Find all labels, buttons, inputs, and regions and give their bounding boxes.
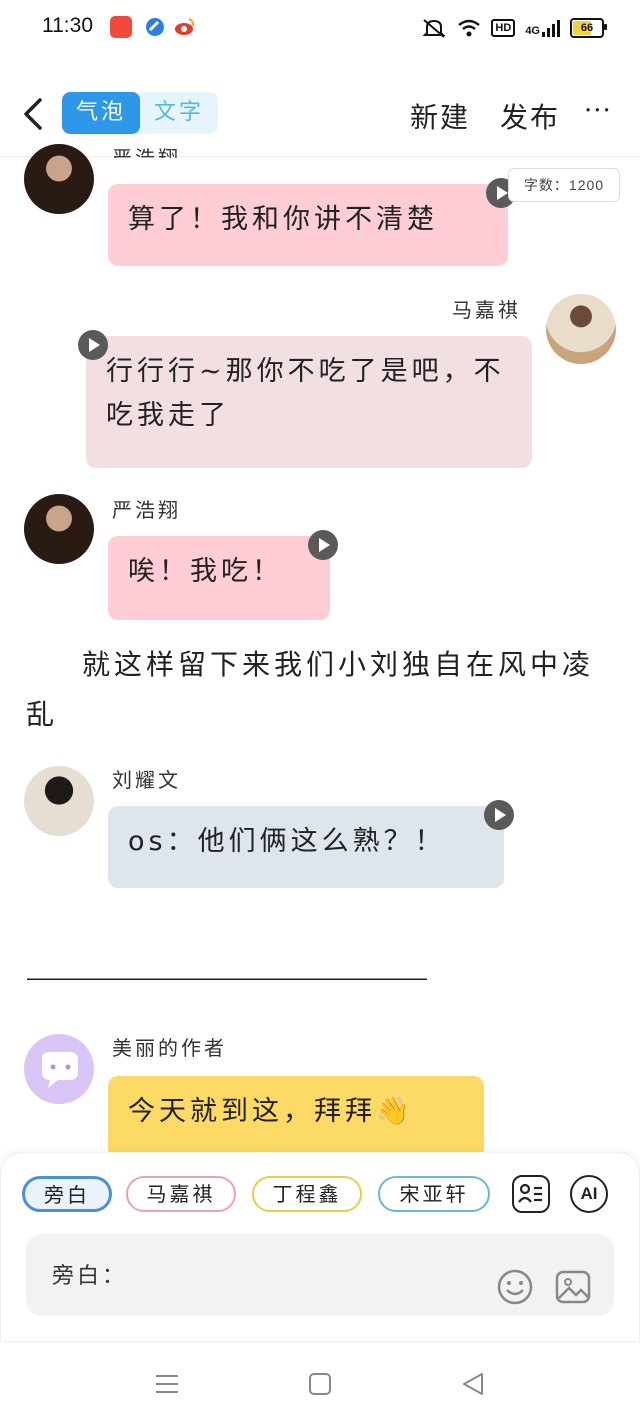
divider-text[interactable]: ———————————————————— (26, 966, 592, 991)
avatar[interactable] (24, 144, 94, 214)
tab-text[interactable]: 文字 (140, 92, 218, 134)
system-navigation-bar (0, 1342, 640, 1422)
play-voice-icon[interactable] (78, 330, 108, 360)
status-time: 11:30 (42, 14, 93, 37)
role-card-icon[interactable] (512, 1175, 550, 1213)
editor-header: 气泡 文字 新建 发布 ··· (0, 70, 640, 157)
role-chip-narrator[interactable]: 旁白 (22, 1176, 112, 1212)
play-voice-icon[interactable] (308, 530, 338, 560)
role-chip-ma-jiaqi[interactable]: 马嘉祺 (126, 1176, 236, 1212)
home-icon[interactable] (308, 1372, 332, 1396)
chat-bubble[interactable]: 今天就到这，拜拜👋 (108, 1076, 484, 1158)
speaker-name: 严浩翔 (112, 498, 181, 522)
chat-bubble[interactable]: 唉！我吃！ (108, 536, 330, 620)
publish-button[interactable]: 发布 (500, 96, 560, 136)
status-icons: HD 4G 66 (421, 16, 607, 40)
speaker-name: 严浩翔 (112, 146, 181, 158)
avatar[interactable] (24, 494, 94, 564)
weibo-notification-icon (174, 16, 196, 38)
tab-bubble[interactable]: 气泡 (62, 92, 141, 134)
speaker-name: 刘耀文 (112, 768, 181, 792)
narration-text[interactable]: 就这样留下来我们小刘独自在风中凌乱 (26, 640, 606, 740)
chat-bubble[interactable]: 行行行~那你不吃了是吧，不吃我走了 (86, 336, 532, 468)
chat-bubble[interactable]: os：他们俩这么熟？！ (108, 806, 504, 888)
avatar[interactable] (546, 294, 616, 364)
ai-button[interactable]: AI (570, 1175, 608, 1213)
hd-icon: HD (491, 19, 516, 37)
mode-segmented-control: 气泡 文字 (62, 92, 219, 134)
input-role-prefix: 旁白： (52, 1264, 128, 1289)
wifi-icon (458, 19, 481, 37)
battery-level: 66 (580, 22, 594, 34)
menu-icon[interactable] (154, 1372, 180, 1396)
role-chip-ding-chengxin[interactable]: 丁程鑫 (252, 1176, 362, 1212)
word-count-badge: 字数：1200 (508, 168, 620, 202)
role-chip-song-yaxuan[interactable]: 宋亚轩 (378, 1176, 490, 1212)
signal-icon: 4G (525, 19, 560, 37)
chat-bubble[interactable]: 算了！我和你讲不清楚 (108, 184, 508, 266)
speaker-name: 美丽的作者 (112, 1036, 227, 1060)
battery-icon: 66 (570, 18, 607, 38)
emoji-icon[interactable] (496, 1268, 534, 1306)
back-nav-icon[interactable] (460, 1371, 486, 1397)
more-options-button[interactable]: ··· (584, 98, 612, 124)
browser-notification-icon (144, 16, 166, 38)
chat-bubble-avatar-icon (42, 1052, 78, 1088)
back-icon[interactable] (20, 94, 48, 134)
mute-icon (423, 19, 446, 38)
speaker-name: 马嘉祺 (452, 298, 521, 322)
avatar[interactable] (24, 766, 94, 836)
play-voice-icon[interactable] (484, 800, 514, 830)
status-bar: 11:30 HD 4G 66 (0, 0, 640, 56)
new-button[interactable]: 新建 (410, 96, 470, 136)
app-notification-icon (110, 16, 132, 38)
image-icon[interactable] (554, 1268, 592, 1306)
avatar[interactable] (24, 1034, 94, 1104)
network-type: 4G (525, 24, 540, 37)
